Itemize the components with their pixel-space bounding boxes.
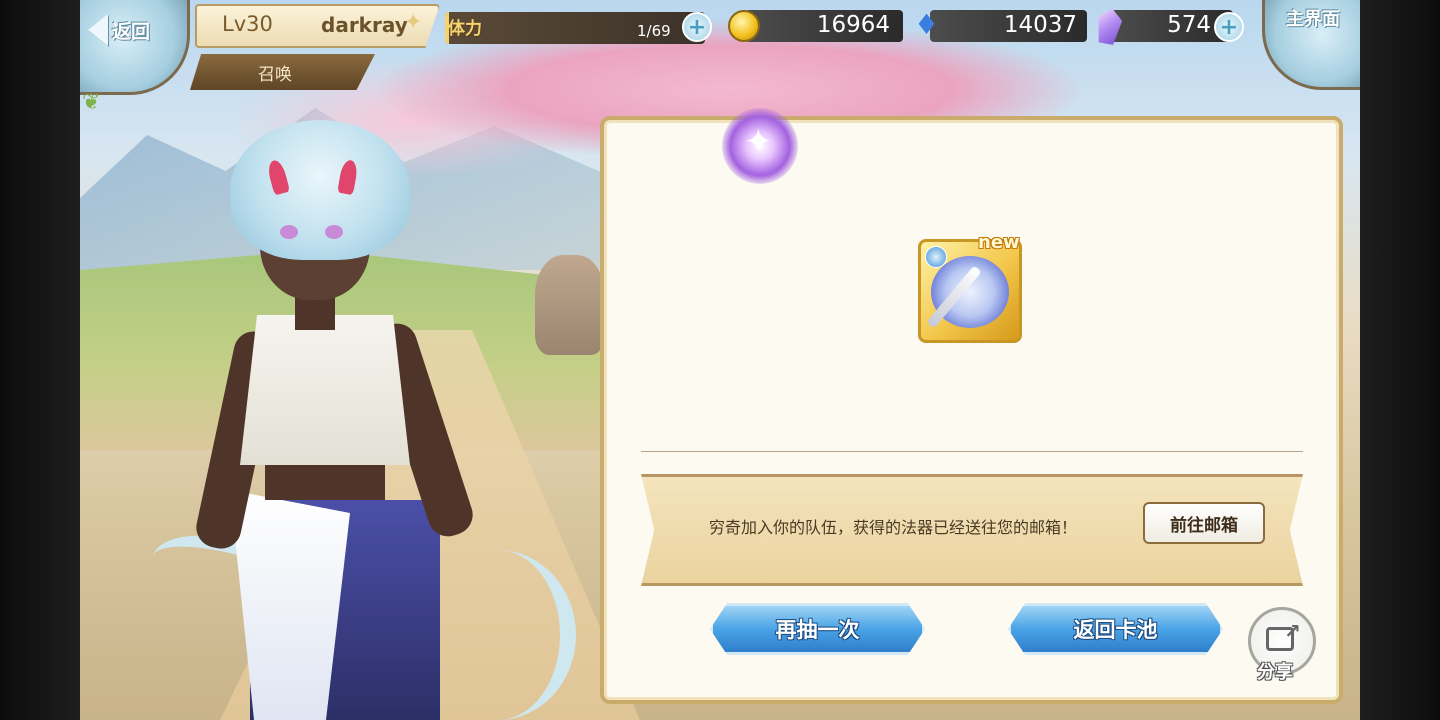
crystal-value: 574	[1167, 12, 1211, 38]
new-tag: new	[978, 232, 1020, 253]
character-top	[240, 315, 410, 465]
leaf-icon: ❦	[82, 90, 101, 115]
left-letterbox	[0, 0, 80, 720]
go-to-mailbox-button[interactable]: 前往邮箱	[1143, 502, 1265, 544]
gold-value: 16964	[816, 12, 890, 38]
character-eye	[325, 225, 343, 239]
draw-again-button[interactable]: 再抽一次	[710, 603, 925, 655]
section-tab-label: 召唤	[258, 65, 292, 85]
player-name: darkray	[321, 13, 408, 37]
stamina-value: 1/69	[637, 22, 671, 40]
spirit-value: 14037	[1003, 12, 1077, 38]
plus-icon: +	[1219, 14, 1239, 40]
right-letterbox	[1360, 0, 1440, 720]
character-tail-right	[420, 550, 576, 720]
back-button[interactable]: 返回	[88, 10, 178, 50]
add-crystal-button[interactable]: +	[1214, 12, 1244, 42]
element-badge-icon	[925, 246, 947, 268]
sparkle-star-icon: ✦	[744, 122, 773, 162]
add-stamina-button[interactable]: +	[682, 12, 712, 42]
summon-result-panel	[600, 116, 1343, 704]
character-portrait	[130, 120, 576, 720]
share-label: 分享	[1257, 662, 1293, 683]
home-button[interactable]: 主界面	[1286, 10, 1348, 29]
stamina-label: 体力	[448, 19, 482, 39]
divider	[641, 451, 1303, 452]
gold-coin-icon	[728, 10, 760, 42]
sparkle-icon: ✦	[404, 10, 423, 35]
back-arrow-icon	[88, 14, 108, 46]
share-arrow-icon: ↗	[1284, 619, 1301, 643]
back-to-pool-button[interactable]: 返回卡池	[1008, 603, 1223, 655]
plus-icon: +	[687, 14, 707, 40]
blue-flame-icon: ♦	[914, 8, 940, 41]
player-level: Lv30	[222, 12, 273, 36]
back-label: 返回	[112, 20, 151, 43]
character-eye	[280, 225, 298, 239]
character-hair	[230, 120, 410, 260]
result-message: 穷奇加入你的队伍，获得的法器已经送往您的邮箱！	[709, 518, 1078, 537]
reward-item-card[interactable]	[918, 239, 1022, 343]
